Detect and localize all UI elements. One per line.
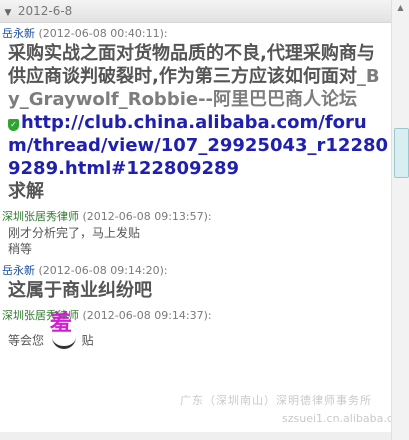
message-2: 深圳张居秀律师 (2012-06-08 09:13:57): 刚才分析完了，马上… [0,209,390,257]
message-line: 刚才分析完了，马上发贴 [8,226,141,240]
watermark-line1: 广东（深圳南山）深明德律师事务所 [180,394,372,407]
message-line: 稍等 [8,242,33,256]
bottom-edge [0,432,392,440]
message-tail: 求解 [8,181,44,202]
date-header[interactable]: ▼ 2012-6-8 [0,0,392,23]
sender-name: 岳永新 [2,27,35,40]
message-4: 深圳张居秀律师 (2012-06-08 09:14:37): 等会您 羞 贴 [0,308,390,352]
message-body: 采购实战之面对货物品质的不良,代理采购商与供应商谈判破裂时,作为第三方应该如何面… [0,42,390,203]
message-time: (2012-06-08 09:14:20): [38,264,168,277]
chat-history: 岳永新 (2012-06-08 00:40:11): 采购实战之面对货物品质的不… [0,26,390,358]
triangle-down-icon[interactable]: ▼ [2,2,14,24]
message-text: 等会您 [8,333,45,348]
verified-shield-icon: ✓ [8,119,19,131]
scrollbar-thumb[interactable] [394,128,409,178]
message-header: 岳永新 (2012-06-08 00:40:11): [0,26,390,42]
thread-link[interactable]: http://club.china.alibaba.com/forum/thre… [8,112,388,179]
message-body: 这属于商业纠纷吧 [8,280,152,301]
message-header: 岳永新 (2012-06-08 09:14:20): [0,263,390,279]
vertical-scrollbar[interactable]: ▲ [391,0,409,440]
smile-icon [51,332,76,349]
forum-name: 阿里巴巴商人论坛 [213,89,358,110]
watermark-line2: szsuei1.cn.alibaba.com [282,412,409,425]
sender-name: 岳永新 [2,264,35,277]
shy-emoticon: 羞 [48,313,78,352]
message-text: 采购实战之面对货物品质的不良,代理采购商与供应商谈判破裂时,作为第三方应该如何面… [8,43,375,87]
message-header: 深圳张居秀律师 (2012-06-08 09:13:57): [0,209,390,225]
message-line: 等会您 羞 贴 [0,313,390,352]
sender-name: 深圳张居秀律师 [2,210,79,223]
emoticon-char: 羞 [49,311,72,336]
message-time: (2012-06-08 09:13:57): [82,210,212,223]
message-3: 岳永新 (2012-06-08 09:14:20): 这属于商业纠纷吧 [0,263,390,302]
date-label: 2012-6-8 [17,4,73,18]
message-time: (2012-06-08 09:14:37): [82,309,212,322]
message-text: 贴 [81,333,94,348]
message-1: 岳永新 (2012-06-08 00:40:11): 采购实战之面对货物品质的不… [0,26,390,203]
message-time: (2012-06-08 00:40:11): [38,27,168,40]
scroll-up-arrow-icon[interactable]: ▲ [392,0,409,16]
